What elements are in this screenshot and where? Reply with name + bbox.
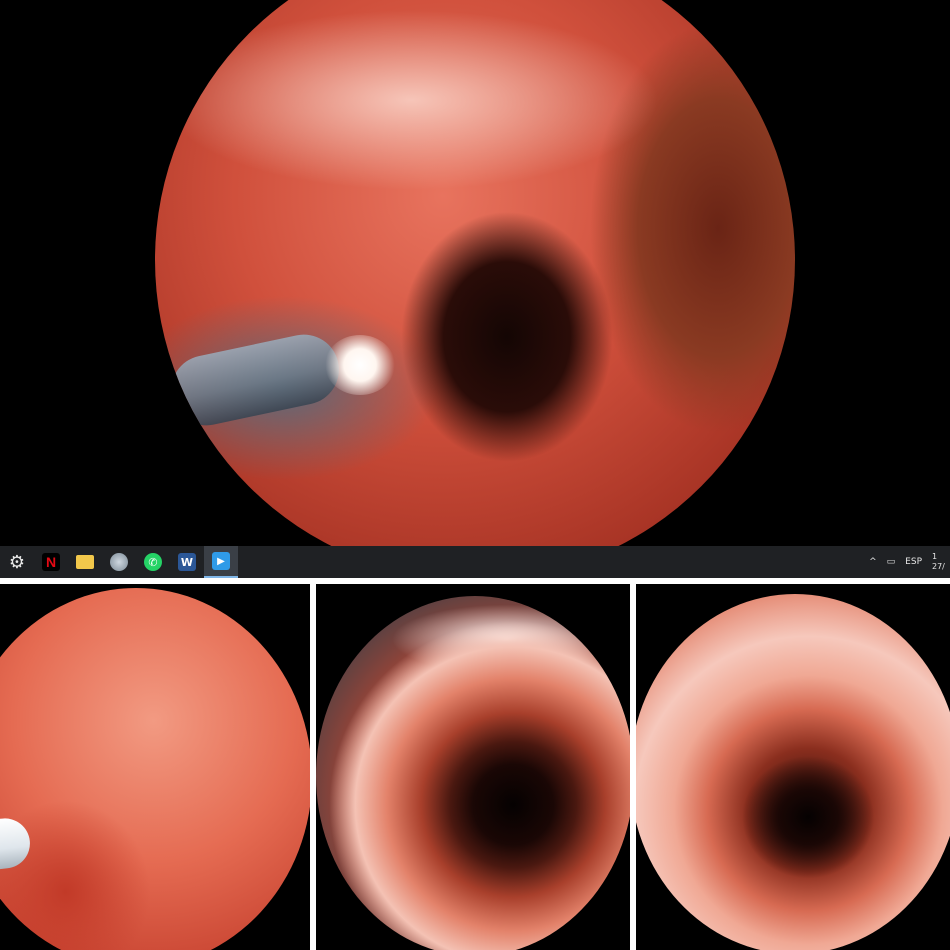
bottom-middle-panel xyxy=(316,584,630,950)
main-endoscopy-panel xyxy=(0,0,950,546)
system-tray: ^ ▭ ESP 1 27/ xyxy=(869,552,950,572)
taskbar-netflix[interactable]: N xyxy=(34,546,68,578)
main-endoscopy-view xyxy=(155,0,795,546)
taskbar-settings[interactable]: ⚙ xyxy=(0,546,34,578)
endoscopy-view-lumen-2 xyxy=(636,594,950,950)
clock-time: 1 xyxy=(932,552,938,561)
instrument-tip xyxy=(0,815,33,875)
network-icon[interactable]: ▭ xyxy=(887,557,896,567)
play-icon: ▶ xyxy=(212,552,230,570)
taskbar-word[interactable]: W xyxy=(170,546,204,578)
clock-date: 27/ xyxy=(932,562,945,571)
clock[interactable]: 1 27/ xyxy=(932,552,948,572)
taskbar-app[interactable] xyxy=(102,546,136,578)
light-reflection xyxy=(325,335,395,395)
endoscopy-view-lumen xyxy=(316,596,630,950)
bottom-left-panel xyxy=(0,584,310,950)
app-icon xyxy=(110,553,128,571)
bottom-right-panel xyxy=(636,584,950,950)
tray-chevron-icon[interactable]: ^ xyxy=(869,557,877,567)
folder-icon xyxy=(76,555,94,569)
taskbar-file-explorer[interactable] xyxy=(68,546,102,578)
taskbar-media-player[interactable]: ▶ xyxy=(204,546,238,578)
instrument-tip xyxy=(164,328,346,432)
word-icon: W xyxy=(178,553,196,571)
endoscopy-view-mucosa xyxy=(0,588,310,950)
netflix-icon: N xyxy=(42,553,60,571)
taskbar-whatsapp[interactable]: ✆ xyxy=(136,546,170,578)
windows-taskbar: ⚙ N ✆ W ▶ ^ ▭ ESP 1 27/ xyxy=(0,546,950,578)
language-indicator[interactable]: ESP xyxy=(905,557,922,567)
whatsapp-icon: ✆ xyxy=(144,553,162,571)
gear-icon: ⚙ xyxy=(8,551,26,573)
